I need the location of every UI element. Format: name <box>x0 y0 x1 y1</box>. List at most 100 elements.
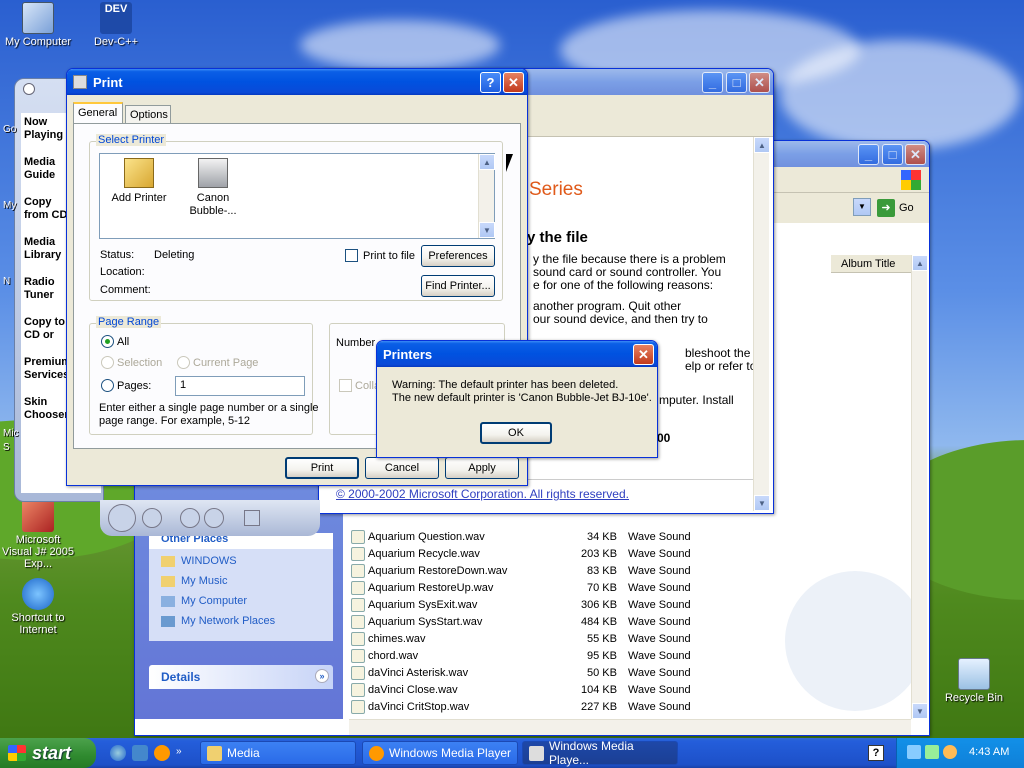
taskbar: start » Media Windows Media Player Windo… <box>0 738 1024 768</box>
pages-radio[interactable] <box>101 379 114 392</box>
cancel-button[interactable]: Cancel <box>365 457 439 479</box>
music-folder-icon <box>161 575 175 587</box>
file-row[interactable]: Aquarium RestoreDown.wav 83 KB Wave Sound <box>349 563 709 580</box>
file-row[interactable]: chimes.wav 55 KB Wave Sound <box>349 631 709 648</box>
recycle-bin-desktop-icon[interactable]: Recycle Bin <box>936 658 1012 704</box>
album-title-header[interactable]: Album Title <box>831 255 915 273</box>
nav-radio-tuner[interactable]: Radio Tuner <box>24 276 70 302</box>
print-to-file-label: Print to file <box>363 250 415 262</box>
nav-media-library[interactable]: Media Library <box>24 236 70 262</box>
play-button[interactable] <box>108 504 136 532</box>
file-row[interactable]: Aquarium SysStart.wav 484 KB Wave Sound <box>349 614 709 631</box>
file-row[interactable]: Aquarium Recycle.wav 203 KB Wave Sound <box>349 546 709 563</box>
print-button[interactable]: Print <box>285 457 359 479</box>
previous-button[interactable] <box>180 508 200 528</box>
close-button[interactable]: ✕ <box>503 72 524 93</box>
add-printer-item[interactable]: Add Printer <box>108 158 170 204</box>
task-windows-media-player-help[interactable]: Windows Media Playe... <box>522 739 678 767</box>
printer-title-icon <box>73 75 87 89</box>
other-places-mymusic-link[interactable]: My Music <box>161 575 227 587</box>
file-row[interactable]: Aquarium Question.wav 34 KB Wave Sound <box>349 529 709 546</box>
other-places-mycomputer-link[interactable]: My Computer <box>161 595 247 607</box>
ie-quicklaunch-icon[interactable] <box>110 745 126 761</box>
explorer-vertical-scrollbar[interactable]: ▲ ▼ <box>911 255 928 719</box>
dev-cpp-desktop-icon[interactable]: DEV Dev-C++ <box>78 2 154 48</box>
internet-shortcut-desktop-icon[interactable]: Shortcut to Internet <box>0 578 76 636</box>
collate-checkbox[interactable] <box>339 379 352 392</box>
tray-search-icon[interactable] <box>943 745 957 759</box>
nav-copy-to-cd[interactable]: Copy to CD or Device <box>24 316 70 342</box>
selection-radio[interactable] <box>101 356 114 369</box>
visual-j-desktop-icon[interactable]: Microsoft Visual J# 2005 Exp... <box>0 500 76 570</box>
all-radio[interactable] <box>101 335 114 348</box>
wave-file-icon <box>351 632 365 646</box>
file-row[interactable]: Aquarium SysExit.wav 306 KB Wave Sound <box>349 597 709 614</box>
task-media[interactable]: Media <box>200 741 356 765</box>
nav-copy-from-cd[interactable]: Copy from CD <box>24 196 70 222</box>
help-body-2: bleshoot the elp or refer to <box>685 346 757 373</box>
file-row[interactable]: daVinci Close.wav 104 KB Wave Sound <box>349 682 709 699</box>
printer-icon <box>198 158 228 188</box>
maximize-button[interactable]: □ <box>882 144 903 165</box>
dev-cpp-icon: DEV <box>100 2 132 34</box>
tab-options[interactable]: Options <box>125 105 171 124</box>
mute-icon[interactable] <box>244 510 260 526</box>
go-arrow-icon: ➜ <box>877 199 895 217</box>
apply-button[interactable]: Apply <box>445 457 519 479</box>
close-button[interactable]: ✕ <box>905 144 926 165</box>
nav-media-guide[interactable]: Media Guide <box>24 156 70 182</box>
task-windows-media-player[interactable]: Windows Media Player <box>362 741 518 765</box>
wave-file-icon <box>351 683 365 697</box>
help-vertical-scrollbar[interactable]: ▲ ▼ <box>753 137 770 511</box>
close-button[interactable]: ✕ <box>749 72 770 93</box>
nav-skin-chooser[interactable]: Skin Chooser <box>24 396 70 422</box>
file-row[interactable]: Aquarium RestoreUp.wav 70 KB Wave Sound <box>349 580 709 597</box>
canon-printer-item[interactable]: Canon Bubble-... <box>184 158 242 218</box>
my-computer-desktop-icon[interactable]: My Computer <box>0 2 76 48</box>
file-row[interactable]: chord.wav 95 KB Wave Sound <box>349 648 709 665</box>
ok-button[interactable]: OK <box>480 422 552 444</box>
selection-label: Selection <box>117 357 163 369</box>
other-places-windows-link[interactable]: WINDOWS <box>161 555 237 567</box>
minimize-button[interactable]: _ <box>858 144 879 165</box>
maximize-button[interactable]: □ <box>726 72 747 93</box>
next-button[interactable] <box>204 508 224 528</box>
warning-line-2: The new default printer is 'Canon Bubble… <box>392 392 652 404</box>
help-button[interactable]: ? <box>480 72 501 93</box>
find-printer-button[interactable]: Find Printer... <box>421 275 495 297</box>
current-page-radio[interactable] <box>177 356 190 369</box>
location-label: Location: <box>100 266 145 278</box>
quicklaunch-expand-icon[interactable]: » <box>176 746 182 757</box>
copyright-link[interactable]: © 2000-2002 Microsoft Corporation. All r… <box>336 487 629 501</box>
wmp-quicklaunch-icon[interactable] <box>154 745 170 761</box>
tab-general[interactable]: General <box>73 102 123 124</box>
stop-button[interactable] <box>142 508 162 528</box>
wave-file-icon <box>351 564 365 578</box>
wmp-side-labels: Go My N Mic S <box>3 124 19 453</box>
explorer-horizontal-scrollbar[interactable] <box>349 719 911 735</box>
nav-premium-services[interactable]: Premium Services <box>24 356 70 382</box>
file-row[interactable]: daVinci Asterisk.wav 50 KB Wave Sound <box>349 665 709 682</box>
address-dropdown-button[interactable]: ▼ <box>853 198 871 216</box>
start-button[interactable]: start <box>0 738 96 768</box>
minimize-button[interactable]: _ <box>702 72 723 93</box>
computer-icon <box>22 2 54 34</box>
nav-now-playing[interactable]: Now Playing <box>24 116 70 142</box>
pages-input[interactable]: 1 <box>175 376 305 396</box>
media-quicklaunch-icon[interactable] <box>132 745 148 761</box>
printer-list-scrollbar[interactable]: ▲ ▼ <box>478 154 495 238</box>
warning-line-1: Warning: The default printer has been de… <box>392 379 619 391</box>
wmp-menu-icon[interactable] <box>23 83 35 95</box>
preferences-button[interactable]: Preferences <box>421 245 495 267</box>
tray-volume-icon[interactable] <box>925 745 939 759</box>
wave-file-icon <box>351 666 365 680</box>
other-places-network-link[interactable]: My Network Places <box>161 615 275 627</box>
details-panel-header[interactable]: Details » <box>149 665 333 689</box>
folder-icon <box>161 555 175 567</box>
help-tray-button[interactable]: ? <box>868 745 884 761</box>
print-to-file-checkbox[interactable] <box>345 249 358 262</box>
file-row[interactable]: daVinci CritStop.wav 227 KB Wave Sound <box>349 699 709 716</box>
go-button[interactable]: ➜ Go <box>877 198 914 218</box>
tray-network-icon[interactable] <box>907 745 921 759</box>
close-button[interactable]: ✕ <box>633 344 654 365</box>
